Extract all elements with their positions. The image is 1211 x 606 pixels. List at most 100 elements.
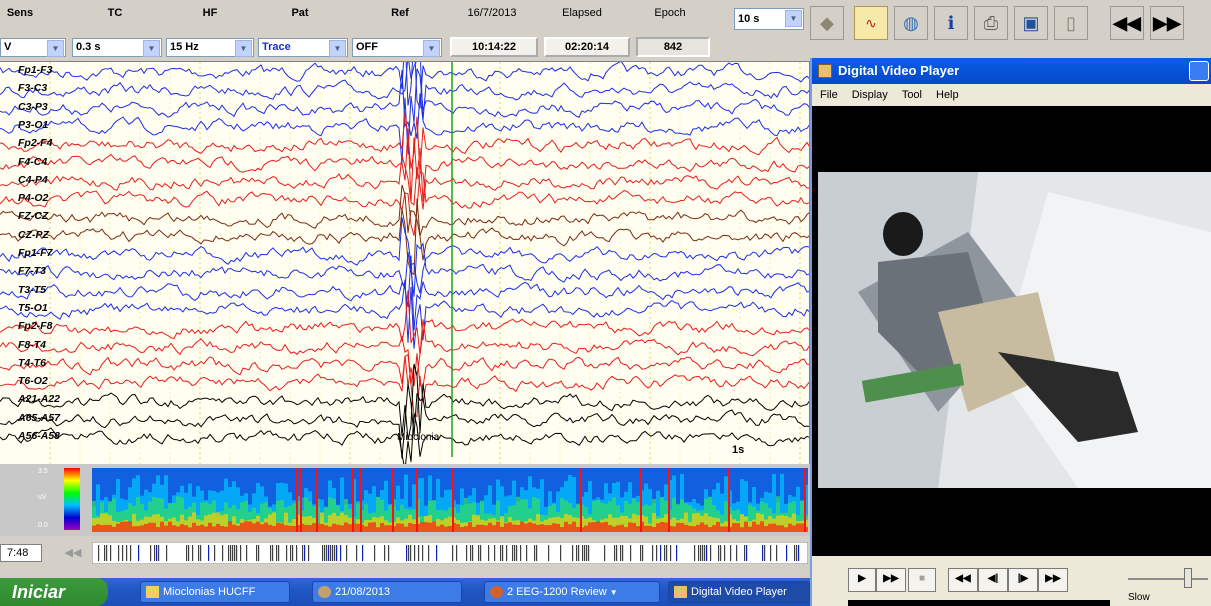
elapsed-button[interactable]: 02:20:14 — [544, 37, 630, 57]
pat-select[interactable]: Trace ▼ — [258, 38, 348, 57]
forward-button[interactable]: ▶▶ — [1038, 568, 1068, 592]
rewind-button[interactable]: ◀◀ — [1110, 6, 1144, 40]
event-marker — [436, 545, 438, 561]
task-date[interactable]: 21/08/2013 — [312, 581, 462, 603]
speed-slider-track[interactable] — [1128, 578, 1208, 580]
eeg-trace-panel[interactable]: Fp1-F3 F3-C3 C3-P3 P3-O1 Fp2-F4 F4-C4 C4-P4 P4-… — [0, 62, 810, 464]
event-marker — [560, 545, 562, 561]
spectrogram-cell — [636, 526, 640, 532]
spectrogram-cell — [184, 525, 188, 532]
folder-icon — [146, 586, 159, 598]
start-button[interactable]: Iniciar — [0, 578, 108, 606]
forward-button[interactable]: ▶▶ — [1150, 6, 1184, 40]
event-marker — [336, 545, 338, 561]
event-marker — [98, 545, 100, 561]
photo-button[interactable]: ▣ — [1014, 6, 1048, 40]
step-forward-button[interactable]: |▶ — [1008, 568, 1038, 592]
ref-select[interactable]: OFF ▼ — [352, 38, 442, 57]
spectrogram-cell — [524, 523, 528, 532]
sens-select[interactable]: V ▼ — [0, 38, 66, 57]
fast-play-button[interactable]: ▶▶ — [876, 568, 906, 592]
stop-icon: ■ — [918, 573, 926, 584]
spectrogram-cell — [752, 521, 756, 532]
spectrogram-cell — [248, 521, 252, 532]
hf-select[interactable]: 15 Hz ▼ — [166, 38, 254, 57]
spectrogram-cell — [544, 525, 548, 532]
spectrogram-cell — [444, 526, 448, 532]
filter-on-button[interactable]: ∿ — [854, 6, 888, 40]
spectrogram-cell — [200, 524, 204, 532]
time-button[interactable]: 10:14:22 — [450, 37, 538, 57]
spectrogram-cell — [180, 524, 184, 532]
spectrogram-cell — [652, 526, 656, 532]
spectrogram-cell — [540, 524, 544, 532]
spectrogram-cell — [436, 526, 440, 532]
info-button[interactable]: ℹ — [934, 6, 968, 40]
print-button[interactable]: ⎙ — [974, 6, 1008, 40]
event-marker — [158, 545, 160, 561]
speed-slider-thumb[interactable] — [1184, 568, 1192, 588]
event-marker — [698, 545, 700, 561]
timebase-select[interactable]: 10 s ▼ — [734, 8, 804, 30]
task-folder[interactable]: Mioclonias HUCFF — [140, 581, 290, 603]
menu-display[interactable]: Display — [852, 89, 888, 101]
tag-button[interactable]: ◆ — [810, 6, 844, 40]
spectrogram-spike — [300, 468, 302, 532]
spectrogram-cell — [128, 521, 132, 532]
event-marker — [230, 545, 232, 561]
spectrogram-cell — [204, 526, 208, 532]
spectrogram-cell — [188, 527, 192, 532]
export-button[interactable]: ▯ — [1054, 6, 1088, 40]
wave-on-icon: ∿ — [865, 14, 877, 31]
spectrogram-cell — [632, 522, 636, 532]
event-navigation-bar[interactable]: 7:48 ◀◀ — [0, 536, 810, 568]
menu-tool[interactable]: Tool — [902, 89, 922, 101]
hf-value: 15 Hz — [170, 41, 199, 53]
tc-select[interactable]: 0.3 s ▼ — [72, 38, 162, 57]
spectrogram-cell — [744, 521, 748, 532]
play-button[interactable]: ▶ — [848, 568, 876, 592]
event-marker — [578, 545, 580, 561]
spectrogram-cell — [228, 521, 232, 532]
date-header: 16/7/2013 — [467, 7, 517, 19]
minimize-button[interactable] — [1189, 61, 1209, 81]
eeg-trace — [0, 93, 809, 164]
spectrogram-cell — [760, 521, 764, 532]
event-marker — [362, 545, 364, 561]
spectrogram-spike — [416, 468, 418, 532]
rewind-button[interactable]: ◀◀ — [948, 568, 978, 592]
channel-label: F7-T3 — [18, 265, 47, 278]
spectrogram-cell — [556, 523, 560, 532]
spectrogram-cell — [328, 526, 332, 532]
menu-help[interactable]: Help — [936, 89, 959, 101]
menu-file[interactable]: File — [820, 89, 838, 101]
prev-event-button[interactable]: ◀◀ — [60, 544, 86, 562]
progress-bar[interactable] — [848, 600, 1110, 606]
channel-label: P4-O2 — [18, 192, 49, 205]
event-marker — [516, 545, 518, 561]
stop-button[interactable]: ■ — [908, 568, 936, 592]
spectrogram-cell — [796, 523, 800, 532]
spectrogram-cell — [552, 523, 556, 532]
map-button[interactable]: ◍ — [894, 6, 928, 40]
event-marker — [506, 545, 508, 561]
spectro-max-tick: 3.5 — [38, 468, 48, 475]
rewind-icon: ◀◀ — [955, 573, 971, 584]
spectrogram-cell — [732, 523, 736, 532]
top-toolbar: Sens TC HF Pat Ref 16/7/2013 Elapsed Epo… — [0, 0, 1211, 62]
spectrogram-cell — [96, 524, 100, 532]
spectrogram-cell — [428, 522, 432, 532]
event-marker — [324, 545, 326, 561]
event-marker — [406, 545, 408, 561]
spectrogram-cell — [148, 522, 152, 532]
spectrogram-cell — [256, 521, 260, 532]
rewind-icon: ◀◀ — [64, 547, 82, 559]
channel-label: T3-T5 — [18, 283, 47, 296]
spectrogram-cell — [676, 522, 680, 532]
spectrogram-cell — [572, 521, 576, 532]
spectrogram-cell — [780, 525, 784, 532]
step-back-button[interactable]: ◀| — [978, 568, 1008, 592]
task-eeg-review[interactable]: 2 EEG-1200 Review ▼ — [484, 581, 660, 603]
task-video-player[interactable]: Digital Video Player — [668, 581, 810, 603]
spectrogram-panel[interactable]: 3.5 uV 0.0 — [0, 464, 810, 536]
